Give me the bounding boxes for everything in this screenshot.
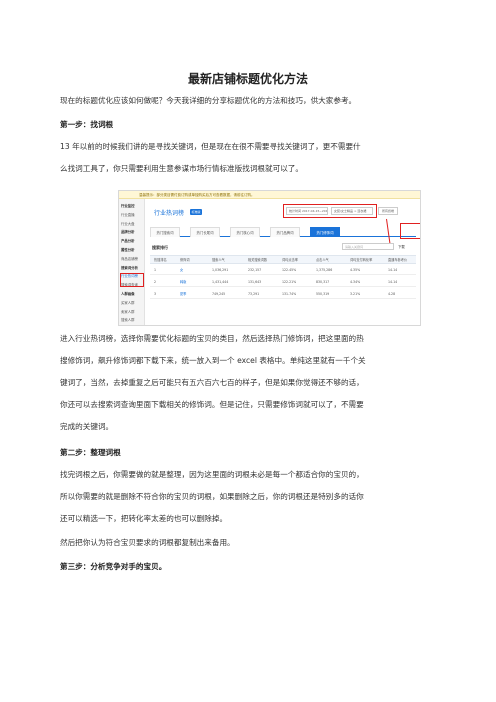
column-header[interactable]: 搜索人气	[212, 256, 225, 265]
table-cell: 131.74%	[282, 292, 297, 296]
table-cell: 14.14	[388, 268, 398, 272]
after-shot-line-3: 键词了，当然，去掉重复之后可能只有五六百六七百的样子，但是如果你觉得还不够的话，	[60, 378, 364, 387]
table-cell[interactable]: 夏季	[180, 289, 186, 299]
table-cell: 1,431,444	[212, 280, 229, 284]
tab-0[interactable]: 热门搜索词	[150, 227, 180, 237]
table-cell: 4.34%	[350, 280, 361, 284]
table-cell: 4.35%	[350, 268, 361, 272]
table-row: 3 夏季 749,245 73,291 131.74% 550,319 3.21% 4.28	[150, 289, 416, 299]
document-title: 最新店铺标题优化方法	[187, 72, 308, 86]
table-cell: 3.21%	[350, 292, 361, 296]
column-header[interactable]: 相关搜索词数	[248, 256, 267, 265]
column-header[interactable]: 热搜排名	[154, 256, 167, 265]
table-cell: 3	[154, 292, 157, 296]
table-row: 2 韩版 1,431,444 131,643 122.21% 830,317 4.34% 14…	[150, 277, 416, 287]
table-cell: 749,245	[212, 292, 226, 296]
step1-line-1: 13 年以前的时候我们讲的是寻找关键词，但是现在在很不需要寻找关键词了，更不需要…	[60, 142, 361, 151]
highlight-box-filters	[283, 204, 377, 218]
sidebar-item[interactable]: 搜索人群	[121, 317, 143, 322]
column-header[interactable]: 词均支付转化率	[350, 256, 372, 265]
column-header[interactable]: 词均点击率	[282, 256, 298, 265]
tab-bar: 热门搜索词 热门长尾词 热门核心词 热门品牌词 热门修饰词	[150, 227, 416, 237]
column-header[interactable]: 点击人气	[316, 256, 329, 265]
after-shot-line-5: 完成的关键词。	[60, 422, 114, 431]
table-cell: 122.21%	[282, 280, 297, 284]
table-cell: 2	[154, 280, 157, 284]
section-title: 搜索排行	[152, 245, 168, 250]
download-link[interactable]: 下载	[398, 244, 405, 249]
notice-bar: 温馨提示：部分类目需付费订购或单独购买后方可查看数据，请前往订购。	[119, 191, 420, 199]
table-cell[interactable]: 女	[180, 265, 183, 275]
panel-title: 行业热词榜	[154, 210, 185, 217]
table-header: 热搜排名 修饰词 搜索人气 相关搜索词数 词均点击率 点击人气 词均支付转化率 直通车参考价	[150, 255, 416, 264]
column-header[interactable]: 修饰词	[180, 256, 190, 265]
terminal-select[interactable]: 所有终端	[378, 207, 398, 215]
after-shot-line-2: 搜修饰词，飙升修饰词都下载下来，统一放入到一个 excel 表格中。单纯这里就有…	[60, 356, 366, 365]
after-shot-line-4: 你还可以去搜索词查询里面下载相关的修饰词。但是记住，只需要修饰词就可以了，不需要	[60, 400, 364, 409]
column-header[interactable]: 直通车参考价	[388, 256, 407, 265]
table-cell: 73,291	[248, 292, 260, 296]
sidebar-item[interactable]: 品牌分析	[121, 229, 143, 234]
sidebar-item[interactable]: 行业大盘	[121, 221, 143, 226]
tab-3[interactable]: 热门品牌词	[270, 227, 300, 237]
step3-heading: 第三步：分析竞争对手的宝贝。	[60, 562, 167, 571]
sidebar-item[interactable]: 属性分析	[121, 247, 143, 252]
table-cell: 830,317	[316, 280, 330, 284]
step2-line-4: 然后把你认为符合宝贝要求的词根都复制出来备用。	[60, 538, 235, 547]
sidebar-item[interactable]: 行业监控	[121, 203, 143, 208]
table-cell: 1,375,286	[316, 268, 333, 272]
sidebar-item[interactable]: 商品店铺榜	[121, 256, 143, 261]
sidebar-item[interactable]: 产品分析	[121, 238, 143, 243]
table-cell: 4.28	[388, 292, 396, 296]
embedded-screenshot: 温馨提示：部分类目需付费订购或单独购买后方可查看数据，请前往订购。 行业监控行业…	[118, 190, 421, 326]
main-panel: 行业热词榜 标准版 统计时间 2017-04-15~2017-04-21 女装/…	[146, 199, 420, 325]
sidebar-item[interactable]: 搜索词分析	[121, 265, 143, 270]
table-cell: 1	[154, 268, 157, 272]
table-cell[interactable]: 韩版	[180, 277, 186, 287]
step2-line-2: 所以你需要的就是删除不符合你的宝贝的词根，如果删除之后，你的词根还是特别多的话你	[60, 492, 364, 501]
sidebar-item[interactable]: 卖家人群	[121, 309, 143, 314]
tab-1[interactable]: 热门长尾词	[190, 227, 220, 237]
table-cell: 1,036,291	[212, 268, 229, 272]
sidebar-item[interactable]: 人群画像	[121, 291, 143, 296]
highlight-box-sidebar	[120, 273, 144, 287]
table-cell: 131,643	[248, 280, 262, 284]
edition-badge: 标准版	[190, 209, 202, 215]
table-cell: 232,157	[248, 268, 262, 272]
sidebar-item[interactable]: 行业直播	[121, 212, 143, 217]
table-cell: 122.45%	[282, 268, 297, 272]
step1-line-2: 么找词工具了，你只需要利用生意参谋市场行情标准版找词根就可以了。	[60, 164, 303, 173]
after-shot-line-1: 进入行业热词榜，选择你需要优化标题的宝贝的类目，然后选择热门修饰词，把这里面的热	[60, 334, 364, 343]
step1-heading: 第一步：找词根	[60, 120, 114, 129]
step2-line-3: 还可以精选一下，把转化率太差的也可以删除掉。	[60, 514, 228, 523]
keyword-search-input[interactable]: 请输入关键词	[342, 243, 394, 250]
sidebar: 行业监控 行业直播 行业大盘 品牌分析 产品分析 属性分析 商品店铺榜 搜索词分析 行业热词榜搜…	[119, 199, 145, 325]
step2-line-1: 找完词根之后，你需要做的就是整理，因为这里面的词根未必是每一个都适合你的宝贝的，	[60, 470, 364, 479]
sidebar-item[interactable]: 买家人群	[121, 300, 143, 305]
tab-4[interactable]: 热门修饰词	[310, 227, 340, 237]
table-cell: 14.14	[388, 280, 398, 284]
document-page: 最新店铺标题优化方法 现在的标题优化应该如何做呢？今天我详细的分享标题优化的方法…	[0, 0, 496, 702]
table-row: 1 女 1,036,291 232,157 122.45% 1,375,286 4.35% 1…	[150, 265, 416, 275]
table-cell: 550,319	[316, 292, 330, 296]
step2-heading: 第二步：整理词根	[60, 448, 121, 457]
intro-paragraph: 现在的标题优化应该如何做呢？今天我详细的分享标题优化的方法和技巧，供大家参考。	[60, 96, 357, 105]
tab-2[interactable]: 热门核心词	[230, 227, 260, 237]
highlight-box-tab	[400, 223, 420, 239]
